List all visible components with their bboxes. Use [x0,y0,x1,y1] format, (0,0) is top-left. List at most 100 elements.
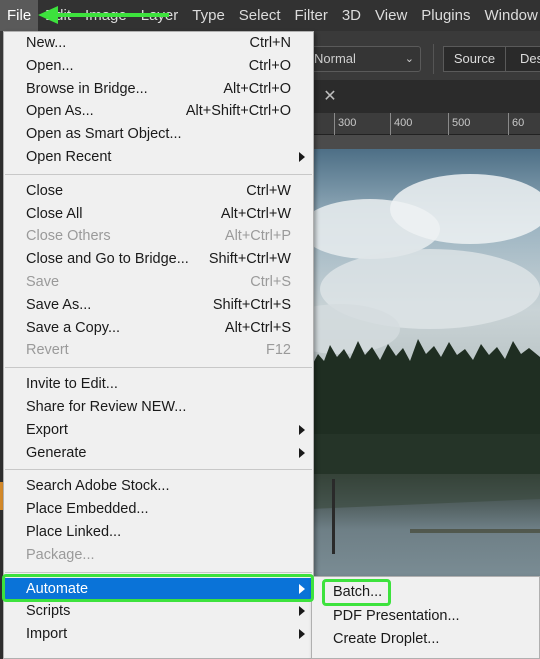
menubar-item-file[interactable]: File [0,0,39,31]
close-icon[interactable]: ✕ [318,80,342,113]
chevron-right-icon [299,152,305,162]
ruler-tick [334,113,335,135]
menu-item-save-as[interactable]: Save As... Shift+Ctrl+S [4,294,313,317]
menu-item-browse-in-bridge[interactable]: Browse in Bridge... Alt+Ctrl+O [4,78,313,101]
menu-item-shortcut: Alt+Ctrl+O [223,80,291,97]
menu-item-open-as-smart-object[interactable]: Open as Smart Object... [4,123,313,146]
menu-item-shortcut: Shift+Ctrl+S [212,296,291,313]
menu-item-shortcut: Shift+Ctrl+W [208,251,291,268]
menu-item-place-linked[interactable]: Place Linked... [4,521,313,544]
menu-item-shortcut: Alt+Ctrl+S [224,319,291,336]
menu-item-generate[interactable]: Generate [4,442,313,465]
menu-item-label: Revert [26,342,69,359]
menu-item-export[interactable]: Export [4,419,313,442]
menu-item-shortcut: F12 [266,342,291,359]
automate-submenu: Batch... PDF Presentation... Create Drople… [311,576,540,659]
menu-separator [5,173,312,175]
menubar-item-edit[interactable]: Edit [38,0,78,31]
menu-item-close-others: Close Others Alt+Ctrl+P [4,225,313,248]
submenu-item-pdf-presentation[interactable]: PDF Presentation... [312,605,539,628]
menu-item-open[interactable]: Open... Ctrl+O [4,55,313,78]
submenu-item-label: PDF Presentation... [333,607,460,624]
menu-item-shortcut: Alt+Shift+Ctrl+O [185,103,291,120]
chevron-right-icon [299,583,305,594]
ruler-tick [508,113,509,135]
menu-item-label: Open... [26,57,74,74]
menu-bar: File Edit Image Layer Type Select Filter 3D View… [0,0,540,31]
menubar-item-select[interactable]: Select [232,0,288,31]
menu-item-label: Place Embedded... [26,501,149,518]
chevron-right-icon [299,447,305,458]
submenu-item-create-droplet[interactable]: Create Droplet... [312,628,539,651]
file-menu: New... Ctrl+N Open... Ctrl+O Browse in Bridg… [3,31,314,659]
menubar-item-layer[interactable]: Layer [134,0,186,31]
menubar-item-plugins[interactable]: Plugins [414,0,477,31]
menu-item-close[interactable]: Close Ctrl+W [4,180,313,203]
menu-item-shortcut: Ctrl+O [248,57,291,74]
menu-item-automate[interactable]: Automate [4,577,313,601]
menu-item-shortcut: Ctrl+N [249,35,292,51]
menu-item-close-and-go-to-bridge[interactable]: Close and Go to Bridge... Shift+Ctrl+W [4,248,313,271]
menu-item-close-all[interactable]: Close All Alt+Ctrl+W [4,203,313,226]
menubar-item-type[interactable]: Type [185,0,232,31]
menu-item-label: Close All [26,205,83,222]
submenu-item-label: Create Droplet... [333,631,440,647]
menu-item-place-embedded[interactable]: Place Embedded... [4,498,313,521]
chevron-right-icon [299,606,305,617]
menu-item-label: Save a Copy... [26,319,121,336]
menu-item-search-adobe-stock[interactable]: Search Adobe Stock... [4,475,313,498]
source-button[interactable]: Source [443,46,506,72]
menubar-item-window[interactable]: Window [477,0,540,31]
blend-mode-select[interactable]: Normal ⌄ [306,46,421,72]
menu-item-label: Place Linked... [26,524,122,540]
menu-item-label: Scripts [26,603,71,620]
submenu-item-batch[interactable]: Batch... [312,581,539,604]
menu-separator [5,571,312,573]
menu-item-label: Import [26,626,68,643]
menu-item-save: Save Ctrl+S [4,271,313,294]
ruler-label: 500 [452,117,471,129]
menu-item-shortcut: Alt+Ctrl+P [224,228,291,245]
ruler-label: 400 [394,117,413,129]
menu-item-label: Save As... [26,296,92,313]
menu-item-package: Package... [4,544,313,567]
menu-item-label: Close and Go to Bridge... [26,251,189,268]
menubar-item-image[interactable]: Image [78,0,134,31]
menu-item-invite-to-edit[interactable]: Invite to Edit... [4,373,313,396]
menubar-item-3d[interactable]: 3D [335,0,368,31]
menu-item-label: Open as Smart Object... [26,126,182,143]
menubar-item-filter[interactable]: Filter [288,0,335,31]
options-divider [433,44,434,74]
menu-item-new[interactable]: New... Ctrl+N [4,32,313,55]
menu-item-import[interactable]: Import [4,623,313,646]
menu-item-save-a-copy[interactable]: Save a Copy... Alt+Ctrl+S [4,317,313,340]
blend-mode-value: Normal [314,51,356,66]
menu-item-shortcut: Ctrl+W [246,182,291,199]
menu-item-label: Open Recent [26,149,112,165]
menu-item-open-recent[interactable]: Open Recent [4,146,313,169]
menu-item-label: Invite to Edit... [26,376,118,393]
menu-item-label: Browse in Bridge... [26,80,148,97]
menu-item-label: Close [26,182,64,199]
destination-button[interactable]: Des [506,46,540,72]
menu-item-label: Automate [26,580,89,597]
menu-item-label: Close Others [26,228,111,245]
menu-item-label: New... [26,35,67,51]
menu-item-label: Save [26,274,60,290]
menu-item-scripts[interactable]: Scripts [4,600,313,623]
ruler-tick [448,113,449,135]
menu-item-label: Export [26,421,68,438]
menu-item-label: Share for Review NEW... [26,399,187,415]
chevron-right-icon [299,424,305,435]
menu-item-share-for-review-new[interactable]: Share for Review NEW... [4,396,313,419]
chevron-down-icon: ⌄ [404,53,414,65]
horizontal-ruler: 300 400 500 60 [300,113,540,135]
menu-item-label: Package... [26,546,95,563]
chevron-right-icon [299,629,305,640]
submenu-item-label: Batch... [333,584,383,600]
ruler-tick [390,113,391,135]
menu-item-label: Search Adobe Stock... [26,478,170,495]
menu-item-label: Generate [26,444,87,461]
menubar-item-view[interactable]: View [368,0,414,31]
menu-item-open-as[interactable]: Open As... Alt+Shift+Ctrl+O [4,100,313,123]
